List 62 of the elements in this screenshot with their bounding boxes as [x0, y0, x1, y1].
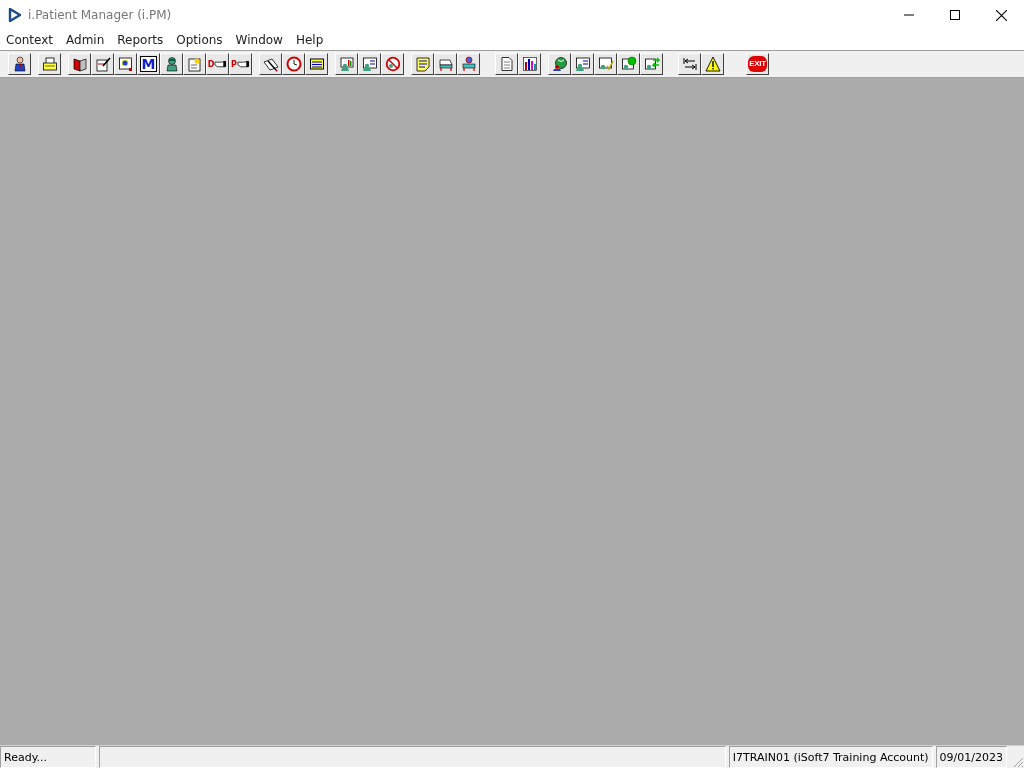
- book-icon: [71, 56, 88, 72]
- toolbar-button[interactable]: [305, 53, 328, 75]
- list-icon: [308, 56, 325, 72]
- toolbar-button[interactable]: [68, 53, 91, 75]
- toolbar-button[interactable]: [640, 53, 663, 75]
- status-account: I7TRAIN01 (iSoft7 Training Account): [728, 746, 933, 768]
- toolbar-button[interactable]: [518, 53, 541, 75]
- toolbar-button[interactable]: [8, 53, 31, 75]
- card-person-icon: [361, 56, 378, 72]
- toolbar-button[interactable]: [434, 53, 457, 75]
- app-logo-icon: [8, 8, 22, 22]
- swap-arrows-icon: [681, 56, 698, 72]
- globe-person-icon: [551, 56, 568, 72]
- nurse-icon: [163, 56, 180, 72]
- notepad-pen-icon: [94, 56, 111, 72]
- toolbar-button[interactable]: [259, 53, 282, 75]
- toolbar-button[interactable]: [548, 53, 571, 75]
- menu-item[interactable]: Admin: [60, 30, 112, 50]
- toolbar-button[interactable]: D: [206, 53, 229, 75]
- toolbar-button[interactable]: [594, 53, 617, 75]
- chart-person-icon: [338, 56, 355, 72]
- toolbar-button[interactable]: [571, 53, 594, 75]
- card-arrows-icon: [643, 56, 660, 72]
- menu-item[interactable]: Context: [0, 30, 60, 50]
- person-icon: [11, 56, 28, 72]
- toolbar-button[interactable]: [411, 53, 434, 75]
- window-title: i.Patient Manager (i.PM): [28, 8, 173, 22]
- status-date: 09/01/2023: [935, 746, 1007, 768]
- bed-icon: [437, 56, 454, 72]
- toolbar-button[interactable]: [457, 53, 480, 75]
- toolbar-button[interactable]: [381, 53, 404, 75]
- toolbar-button[interactable]: [282, 53, 305, 75]
- warning-icon: [704, 56, 721, 72]
- page-icon: [498, 56, 515, 72]
- card-tick-icon: [597, 56, 614, 72]
- toolbar-button[interactable]: [358, 53, 381, 75]
- toolbar-button[interactable]: [335, 53, 358, 75]
- clock-icon: [285, 56, 302, 72]
- pen-paper-icon: [262, 56, 279, 72]
- menu-item[interactable]: Reports: [111, 30, 171, 50]
- toolbar-button[interactable]: [114, 53, 137, 75]
- menu-item[interactable]: Help: [289, 30, 331, 50]
- bed-person-icon: [460, 56, 477, 72]
- toolbar-button[interactable]: [495, 53, 518, 75]
- note-icon: [414, 56, 431, 72]
- menu-item[interactable]: Options: [170, 30, 230, 50]
- card-person-icon: [574, 56, 591, 72]
- menu-item[interactable]: Window: [229, 30, 290, 50]
- toolbar-button[interactable]: [617, 53, 640, 75]
- no-entry-person-icon: [384, 56, 401, 72]
- toolbar-button[interactable]: [701, 53, 724, 75]
- status-message: Ready...: [0, 746, 96, 768]
- maximize-icon: [950, 10, 960, 20]
- toolbar-button[interactable]: [91, 53, 114, 75]
- toolbar-button[interactable]: [678, 53, 701, 75]
- document-globe-icon: [117, 56, 134, 72]
- close-icon: [995, 9, 1007, 21]
- toolbar-button[interactable]: [160, 53, 183, 75]
- toolbar-button[interactable]: [38, 53, 61, 75]
- toolbar-button[interactable]: [183, 53, 206, 75]
- bar-chart-icon: [521, 56, 538, 72]
- toolbar-button[interactable]: P: [229, 53, 252, 75]
